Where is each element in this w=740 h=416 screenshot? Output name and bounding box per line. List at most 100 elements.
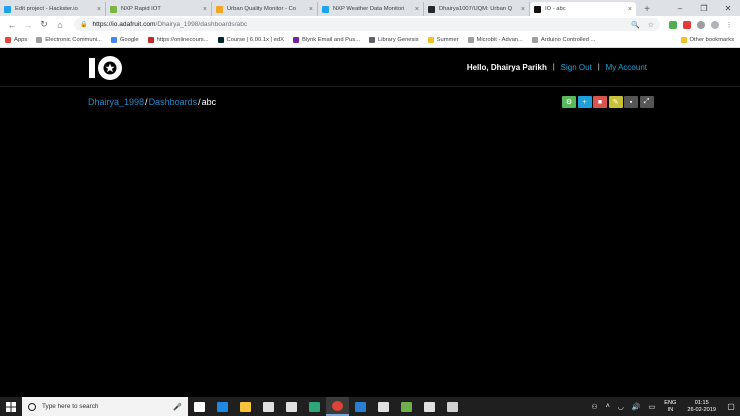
browser-tab[interactable]: Dhairya1007/UQM: Urban Q × xyxy=(424,2,530,16)
paint-icon[interactable] xyxy=(441,397,464,416)
bookmark-item[interactable]: Microbit - Advan... xyxy=(467,37,523,43)
bookmark-label: Blynk Email and Pus... xyxy=(302,37,360,43)
plus-button[interactable]: + xyxy=(577,96,592,108)
taskbar-search[interactable]: Type here to search 🎤 xyxy=(22,397,188,416)
back-arrow-icon[interactable]: ← xyxy=(4,18,20,32)
battery-icon[interactable]: ▭ xyxy=(649,403,656,411)
breadcrumb-user-link[interactable]: Dhairya_1998 xyxy=(88,97,144,107)
bookmark-favicon-icon xyxy=(369,37,375,43)
notepad-icon[interactable] xyxy=(395,397,418,416)
browser-tab[interactable]: NXP Rapid IOT × xyxy=(106,2,212,16)
reload-icon[interactable]: ↻ xyxy=(36,18,52,32)
sign-out-link[interactable]: Sign Out xyxy=(561,63,592,72)
tab-title: NXP Rapid IOT xyxy=(121,6,161,12)
browser-toolbar: ← → ↻ ⌂ 🔒 https://io.adafruit.com/Dhairy… xyxy=(0,16,740,33)
windows-start-button[interactable] xyxy=(0,397,22,416)
close-window-icon[interactable]: ✕ xyxy=(716,0,740,16)
chrome-icon[interactable] xyxy=(326,397,349,416)
tab-favicon-icon xyxy=(534,5,541,13)
photos-icon[interactable] xyxy=(418,397,441,416)
cast-icon[interactable] xyxy=(694,18,708,32)
notification-icon[interactable]: ▢ xyxy=(722,397,740,416)
bookmark-item[interactable]: Apps xyxy=(5,37,27,43)
clock[interactable]: 01:15 26-02-2019 xyxy=(687,400,716,413)
store-icon[interactable] xyxy=(257,397,280,416)
new-tab-button[interactable]: + xyxy=(640,2,654,16)
bookmark-label: Microbit - Advan... xyxy=(476,37,523,43)
tab-close-icon[interactable]: × xyxy=(309,6,313,13)
bookmark-favicon-icon xyxy=(531,37,538,43)
home-icon[interactable]: ⌂ xyxy=(52,18,68,32)
expand-icon: ⤢ xyxy=(643,98,650,105)
mail-icon[interactable] xyxy=(280,397,303,416)
menu-kebab-icon[interactable]: ⋮ xyxy=(722,18,736,32)
edge-icon[interactable] xyxy=(211,397,234,416)
wifi-icon[interactable]: ◡ xyxy=(618,403,624,411)
bookmark-item[interactable]: https://onlinecours... xyxy=(147,37,209,43)
file-explorer-icon[interactable] xyxy=(234,397,257,416)
zoom-icon[interactable]: 🔍 xyxy=(631,21,640,29)
tab-favicon-icon xyxy=(110,5,117,13)
tab-close-icon[interactable]: × xyxy=(203,6,207,13)
language-indicator[interactable]: ENG IN xyxy=(664,400,676,413)
tab-favicon-icon xyxy=(428,5,435,13)
settings-app-icon[interactable] xyxy=(372,397,395,416)
other-bookmarks-folder[interactable]: Other bookmarks xyxy=(680,37,734,43)
tab-close-icon[interactable]: × xyxy=(521,6,525,13)
extension-icon[interactable] xyxy=(666,18,680,32)
my-account-link[interactable]: My Account xyxy=(606,63,647,72)
adafruit-io-logo[interactable] xyxy=(87,54,124,82)
bookmark-favicon-icon xyxy=(467,37,474,43)
windows-taskbar: Type here to search 🎤 ⚇ ˄ ◡ 🔊 ▭ ENG IN 01… xyxy=(0,397,740,416)
people-icon[interactable]: ⚇ xyxy=(591,403,597,411)
bookmark-item[interactable]: Summer xyxy=(427,37,459,43)
bookmark-label: Google xyxy=(119,37,139,43)
bookmark-item[interactable]: Course | 6.00.1x | edX xyxy=(217,37,284,43)
microphone-icon[interactable]: 🎤 xyxy=(173,403,182,411)
forward-arrow-icon[interactable]: → xyxy=(20,18,36,32)
browser-tab[interactable]: Edit project - Hackster.io × xyxy=(0,2,106,16)
minimize-icon[interactable]: – xyxy=(668,0,692,16)
chevron-up-icon[interactable]: ˄ xyxy=(606,403,610,410)
vscode-icon[interactable] xyxy=(349,397,372,416)
trash-button[interactable]: ■ xyxy=(593,96,607,108)
star-icon[interactable]: ☆ xyxy=(648,21,654,29)
bookmark-item[interactable]: Blynk Email and Pus... xyxy=(293,37,360,43)
browser-tab[interactable]: IO - abc × xyxy=(530,2,636,16)
profile-avatar-icon[interactable] xyxy=(708,18,722,32)
app-icon[interactable] xyxy=(303,397,326,416)
bookmark-item[interactable]: Arduino Controlled ... xyxy=(531,37,595,43)
bookmark-item[interactable]: Electronic Communi... xyxy=(36,37,102,43)
browser-tab[interactable]: Urban Quality Monitor - Co × xyxy=(212,2,318,16)
settings-button[interactable]: ⚙ xyxy=(562,96,576,108)
breadcrumb-current: abc xyxy=(201,97,217,107)
tab-favicon-icon xyxy=(322,5,329,13)
volume-icon[interactable]: 🔊 xyxy=(632,403,641,411)
breadcrumb-dashboards-link[interactable]: Dashboards xyxy=(149,97,198,107)
dashboard-toolbar: ⚙ + ■ ✎ ▪ ⤢ xyxy=(562,96,655,108)
lock-button[interactable]: ▪ xyxy=(624,96,638,108)
screen: Edit project - Hackster.io × NXP Rapid IOT… xyxy=(0,0,740,416)
browser-tab[interactable]: NXP Weather Data Monitori × xyxy=(318,2,424,16)
bookmark-item[interactable]: Google xyxy=(110,37,139,43)
tab-title: Urban Quality Monitor - Co xyxy=(227,6,296,12)
extension-badge-icon[interactable] xyxy=(680,18,694,32)
greeting-text: Hello, Dhairya Parikh xyxy=(466,63,547,72)
tab-title: Edit project - Hackster.io xyxy=(15,6,78,12)
browser-tab-bar: Edit project - Hackster.io × NXP Rapid IOT… xyxy=(0,0,740,16)
window-controls: – ❐ ✕ xyxy=(668,0,740,16)
bookmark-favicon-icon xyxy=(110,37,117,43)
restore-icon[interactable]: ❐ xyxy=(692,0,716,16)
other-bookmarks-label: Other bookmarks xyxy=(689,37,734,43)
address-bar[interactable]: 🔒 https://io.adafruit.com/Dhairya_1998/d… xyxy=(74,18,660,31)
bookmark-label: Apps xyxy=(14,37,28,43)
bookmark-item[interactable]: Library Genesis xyxy=(369,37,419,43)
key-button[interactable]: ✎ xyxy=(608,96,623,108)
task-view-icon[interactable] xyxy=(188,397,211,416)
tab-close-icon[interactable]: × xyxy=(628,6,632,13)
tab-close-icon[interactable]: × xyxy=(97,6,101,13)
expand-button[interactable]: ⤢ xyxy=(639,96,654,108)
tab-close-icon[interactable]: × xyxy=(415,6,419,13)
tab-title: NXP Weather Data Monitori xyxy=(333,6,405,12)
bookmark-favicon-icon xyxy=(427,37,434,43)
